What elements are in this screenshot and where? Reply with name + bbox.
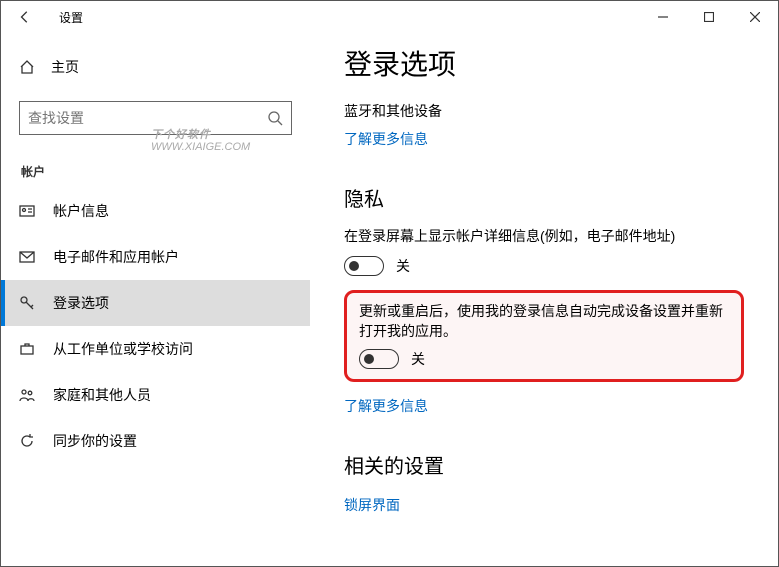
sidebar-home-label: 主页 bbox=[51, 57, 79, 77]
close-button[interactable] bbox=[732, 1, 778, 33]
section-heading-related: 相关的设置 bbox=[344, 450, 744, 479]
sidebar-item-sync[interactable]: 同步你的设置 bbox=[1, 418, 310, 464]
sidebar-item-label: 电子邮件和应用帐户 bbox=[53, 247, 179, 267]
arrow-left-icon bbox=[18, 10, 32, 24]
sidebar-item-family[interactable]: 家庭和其他人员 bbox=[1, 372, 310, 418]
sidebar-item-account-info[interactable]: 帐户信息 bbox=[1, 188, 310, 234]
sidebar-home[interactable]: 主页 bbox=[1, 49, 310, 85]
mail-icon bbox=[19, 249, 35, 265]
sidebar-item-signin-options[interactable]: 登录选项 bbox=[1, 280, 310, 326]
section-heading-privacy: 隐私 bbox=[344, 183, 744, 212]
sidebar-item-label: 从工作单位或学校访问 bbox=[53, 339, 193, 359]
toggle-knob bbox=[364, 354, 374, 364]
people-icon bbox=[19, 387, 35, 403]
toggle-state-label: 关 bbox=[396, 256, 410, 276]
sidebar-item-email-accounts[interactable]: 电子邮件和应用帐户 bbox=[1, 234, 310, 280]
highlight-description: 更新或重启后，使用我的登录信息自动完成设备设置并重新打开我的应用。 bbox=[359, 301, 729, 341]
sidebar-item-label: 帐户信息 bbox=[53, 201, 109, 221]
briefcase-icon bbox=[19, 341, 35, 357]
sidebar-item-label: 家庭和其他人员 bbox=[53, 385, 151, 405]
sidebar: 主页 帐户 帐户信息 电子邮件和应用帐户 登录选项 从工作单位或学校访问 家庭和… bbox=[1, 33, 310, 566]
maximize-button[interactable] bbox=[686, 1, 732, 33]
toggle-show-account-details[interactable] bbox=[344, 256, 384, 276]
close-icon bbox=[750, 12, 760, 22]
toggle-auto-finish-setup[interactable] bbox=[359, 349, 399, 369]
related-link-lockscreen[interactable]: 锁屏界面 bbox=[344, 495, 400, 515]
back-button[interactable] bbox=[1, 1, 49, 33]
window-title: 设置 bbox=[59, 9, 83, 26]
content-area: 登录选项 蓝牙和其他设备 了解更多信息 隐私 在登录屏幕上显示帐户详细信息(例如… bbox=[310, 33, 778, 566]
search-input[interactable] bbox=[28, 110, 267, 126]
minimize-icon bbox=[658, 12, 668, 22]
learn-more-link[interactable]: 了解更多信息 bbox=[344, 129, 428, 149]
text-line: 蓝牙和其他设备 bbox=[344, 101, 744, 121]
sidebar-item-label: 登录选项 bbox=[53, 293, 109, 313]
key-icon bbox=[19, 295, 35, 311]
maximize-icon bbox=[704, 12, 714, 22]
toggle-state-label: 关 bbox=[411, 349, 425, 369]
highlighted-setting: 更新或重启后，使用我的登录信息自动完成设备设置并重新打开我的应用。 关 bbox=[344, 290, 744, 382]
sync-icon bbox=[19, 433, 35, 449]
page-title: 登录选项 bbox=[344, 43, 744, 83]
sidebar-item-work-school[interactable]: 从工作单位或学校访问 bbox=[1, 326, 310, 372]
search-box[interactable] bbox=[19, 101, 292, 135]
home-icon bbox=[19, 59, 35, 75]
sidebar-item-label: 同步你的设置 bbox=[53, 431, 137, 451]
sidebar-category: 帐户 bbox=[21, 163, 310, 180]
person-card-icon bbox=[19, 203, 35, 219]
search-icon bbox=[267, 110, 283, 126]
minimize-button[interactable] bbox=[640, 1, 686, 33]
privacy-description: 在登录屏幕上显示帐户详细信息(例如，电子邮件地址) bbox=[344, 226, 744, 246]
toggle-knob bbox=[349, 261, 359, 271]
learn-more-link[interactable]: 了解更多信息 bbox=[344, 396, 428, 416]
